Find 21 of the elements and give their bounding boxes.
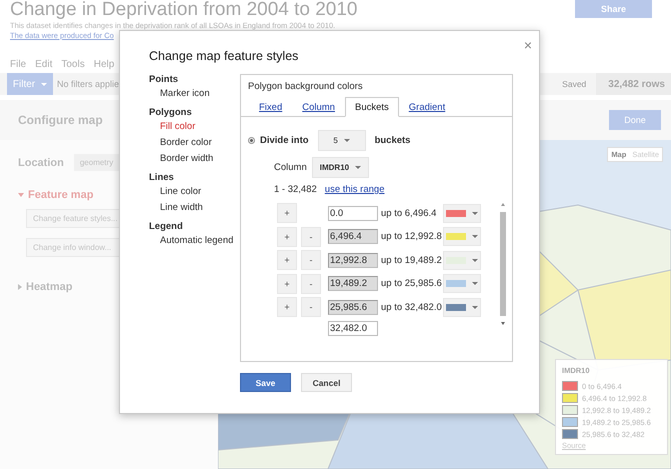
buckets-label: buckets [374, 135, 410, 146]
nav-heading: Points [149, 74, 180, 86]
filter-status: No filters applie [57, 79, 120, 89]
range-text: 1 - 32,482 [274, 184, 317, 195]
bucket-end-text: up to 12,992.8 [381, 231, 442, 242]
bucket-end-text: up to 32,482.0 [381, 302, 442, 312]
panel-title: Polygon background colors [247, 80, 364, 94]
bucket-end-text: up to 6,496.4 [381, 208, 438, 218]
row-count: 32,482 rows [596, 73, 671, 95]
nav-heading: Legend [149, 221, 184, 233]
bucket-end-text: up to 25,985.6 [381, 278, 442, 289]
dialog-title: Change map feature styles [149, 49, 300, 63]
nav-heading: Polygons [149, 107, 193, 119]
saved-status: Saved [562, 79, 586, 89]
page-title: Change in Deprivation from 2004 to 2010 [10, 0, 358, 20]
column-label: Column [274, 162, 307, 173]
divide-label: Divide into [260, 135, 309, 146]
bucket-end-text: up to 19,489.2 [381, 254, 442, 266]
panel-title: Configure map [18, 113, 103, 127]
location-label: Location [18, 156, 64, 168]
nav-heading: Lines [149, 172, 175, 184]
